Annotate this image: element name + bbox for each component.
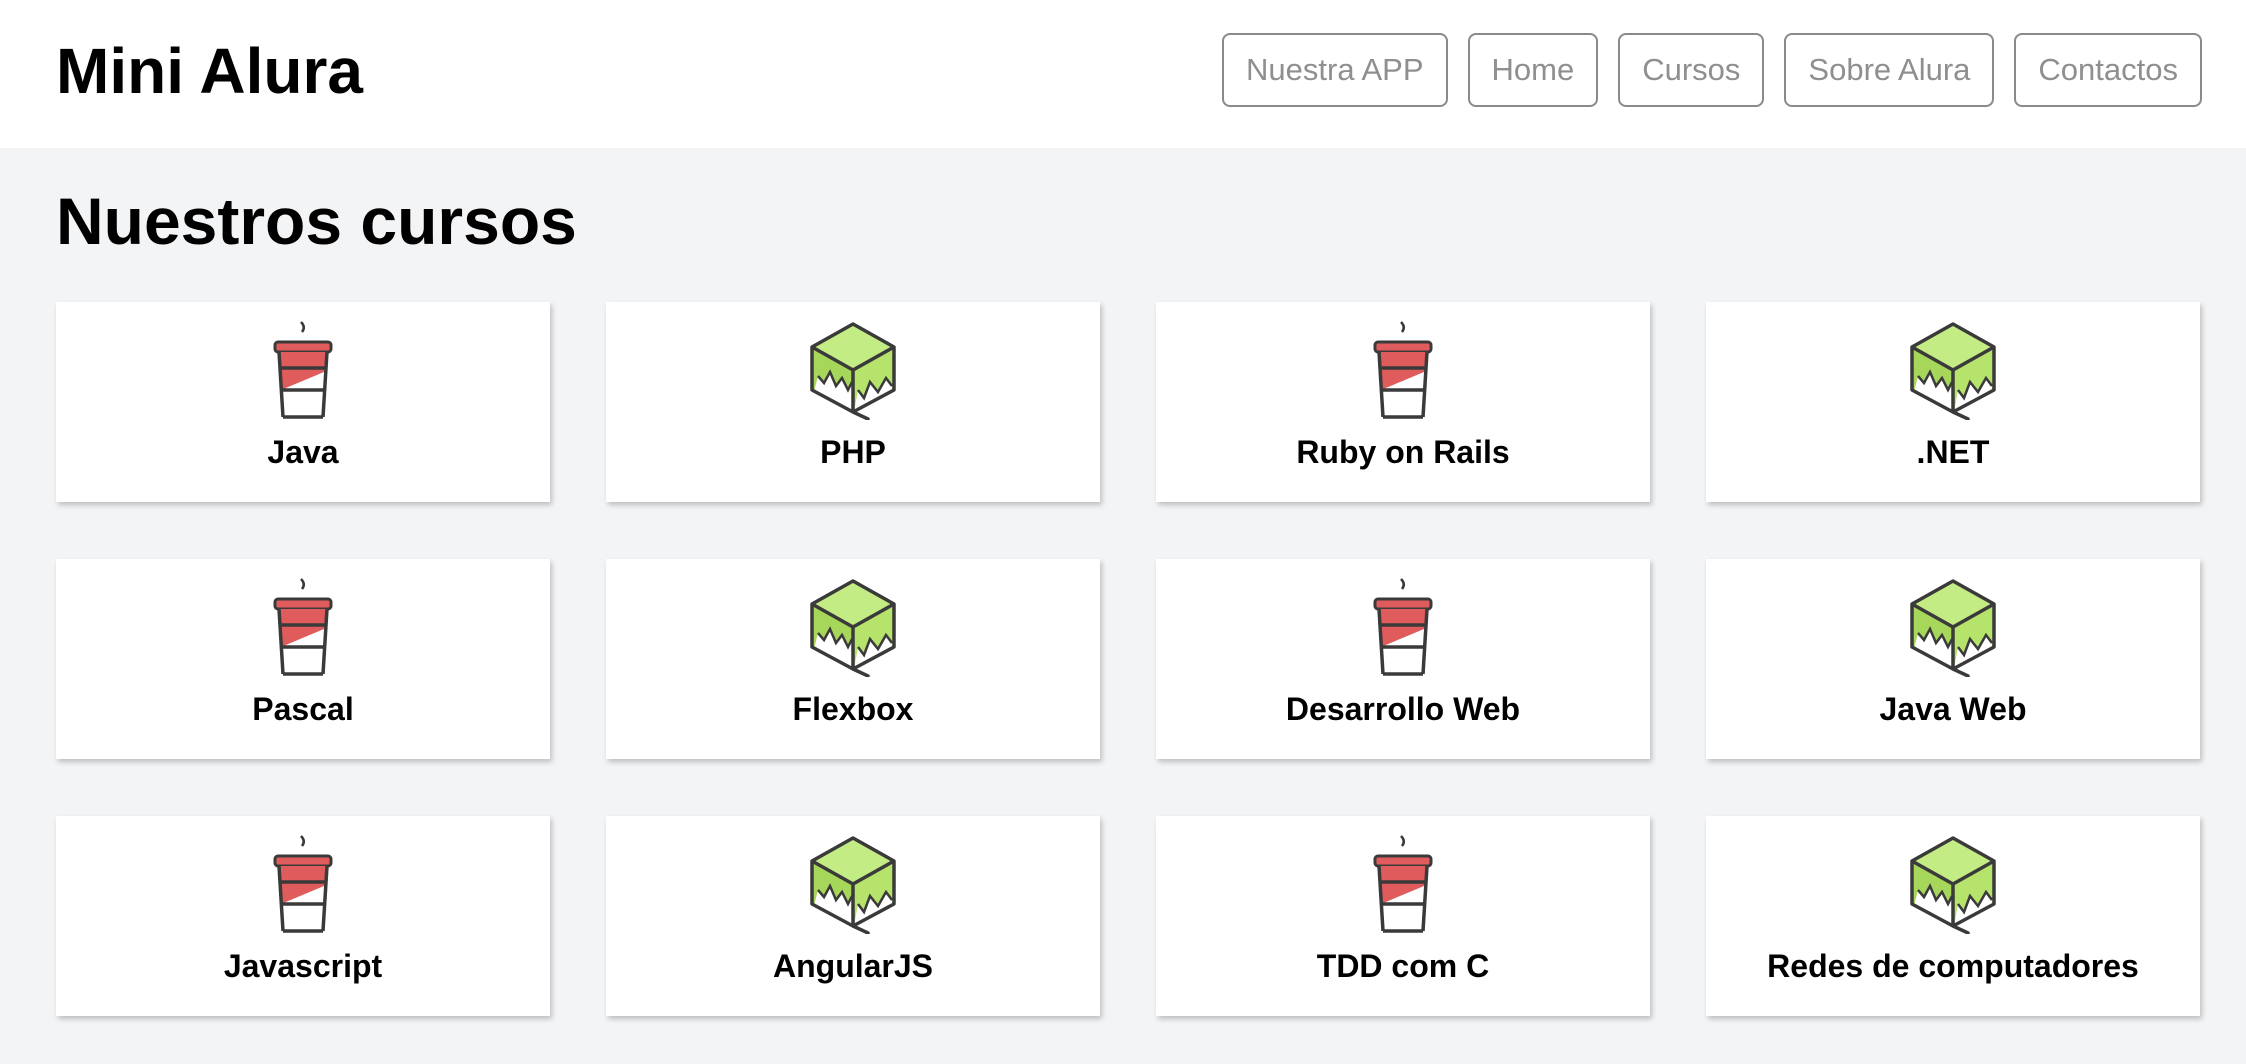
course-card[interactable]: Flexbox	[606, 559, 1100, 759]
course-card[interactable]: Desarrollo Web	[1156, 559, 1650, 759]
nav-button-contactos[interactable]: Contactos	[2014, 33, 2202, 107]
course-title: AngularJS	[772, 948, 934, 984]
course-title: TDD com C	[1316, 948, 1490, 984]
top-nav: Nuestra APP Home Cursos Sobre Alura Cont…	[1222, 33, 2202, 107]
course-card[interactable]: Java Web	[1706, 559, 2200, 759]
course-title: Java	[267, 434, 339, 470]
brand-title: Mini Alura	[56, 35, 363, 107]
course-title: Desarrollo Web	[1285, 691, 1521, 727]
course-card[interactable]: Javascript	[56, 816, 550, 1016]
course-title: PHP	[820, 434, 886, 470]
course-card[interactable]: Redes de computadores	[1706, 816, 2200, 1016]
nav-button-home[interactable]: Home	[1467, 33, 1599, 107]
course-title: Redes de computadores	[1767, 948, 2139, 984]
course-title: Javascript	[223, 948, 383, 984]
coffee-cup-icon	[273, 835, 333, 933]
coffee-cup-icon	[273, 321, 333, 419]
course-card[interactable]: Java	[56, 302, 550, 502]
course-grid: Java PHP Ruby on Rails .NET Pascal Flexb…	[56, 302, 2202, 1016]
nav-button-nuestra-app[interactable]: Nuestra APP	[1222, 33, 1448, 107]
course-title: Ruby on Rails	[1296, 434, 1510, 470]
green-cube-icon	[810, 322, 896, 420]
green-cube-icon	[810, 579, 896, 677]
header: Mini Alura Nuestra APP Home Cursos Sobre…	[0, 0, 2246, 148]
coffee-cup-icon	[1373, 578, 1433, 676]
coffee-cup-icon	[273, 578, 333, 676]
course-card[interactable]: PHP	[606, 302, 1100, 502]
page-title: Nuestros cursos	[56, 184, 577, 258]
course-title: Pascal	[252, 691, 354, 727]
green-cube-icon	[1910, 836, 1996, 934]
course-card[interactable]: TDD com C	[1156, 816, 1650, 1016]
coffee-cup-icon	[1373, 321, 1433, 419]
course-card[interactable]: Pascal	[56, 559, 550, 759]
course-title: Flexbox	[792, 691, 914, 727]
course-title: Java Web	[1879, 691, 2027, 727]
nav-button-cursos[interactable]: Cursos	[1618, 33, 1765, 107]
course-card[interactable]: .NET	[1706, 302, 2200, 502]
green-cube-icon	[810, 836, 896, 934]
green-cube-icon	[1910, 322, 1996, 420]
green-cube-icon	[1910, 579, 1996, 677]
course-title: .NET	[1916, 434, 1990, 470]
course-card[interactable]: AngularJS	[606, 816, 1100, 1016]
course-card[interactable]: Ruby on Rails	[1156, 302, 1650, 502]
coffee-cup-icon	[1373, 835, 1433, 933]
nav-button-sobre-alura[interactable]: Sobre Alura	[1784, 33, 1995, 107]
